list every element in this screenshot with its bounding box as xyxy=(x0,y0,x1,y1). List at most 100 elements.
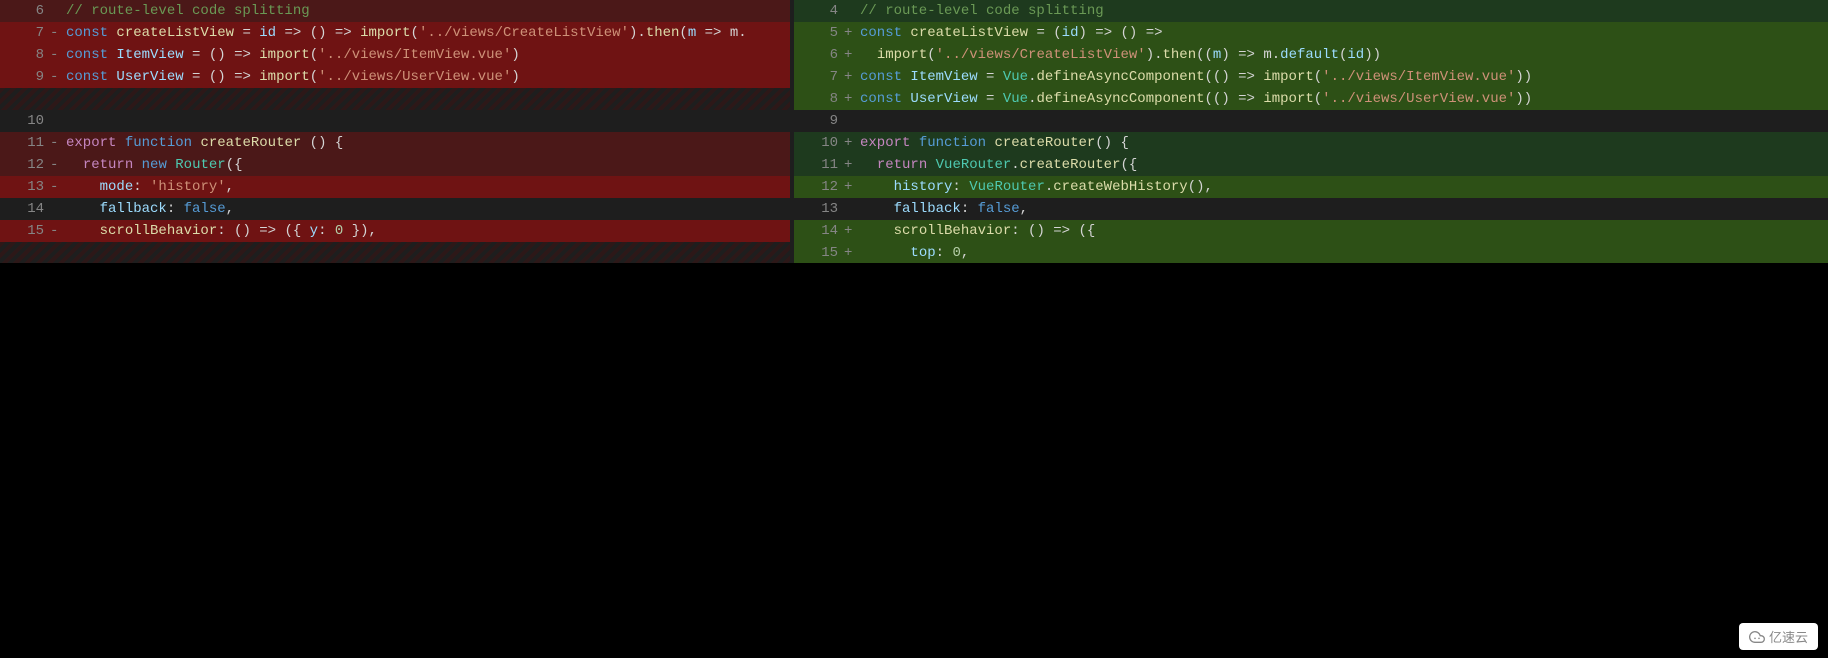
code-content: const createListView = id => () => impor… xyxy=(64,22,790,44)
code-content xyxy=(64,242,790,263)
diff-marker xyxy=(50,0,64,22)
code-content: // route-level code splitting xyxy=(858,0,1828,22)
code-line[interactable]: 5+const createListView = (id) => () => xyxy=(794,22,1828,44)
code-line[interactable]: 10 xyxy=(0,110,790,132)
code-content: const createListView = (id) => () => xyxy=(858,22,1828,44)
diff-marker xyxy=(50,110,64,132)
line-number: 5 xyxy=(794,22,844,44)
code-content xyxy=(858,110,1828,132)
code-line[interactable]: 12- return new Router({ xyxy=(0,154,790,176)
code-content: const ItemView = Vue.defineAsyncComponen… xyxy=(858,66,1828,88)
empty-area xyxy=(0,263,1828,658)
diff-marker: - xyxy=(50,132,64,154)
diff-marker: - xyxy=(50,220,64,242)
code-line[interactable]: 8-const ItemView = () => import('../view… xyxy=(0,44,790,66)
code-line[interactable]: 11+ return VueRouter.createRouter({ xyxy=(794,154,1828,176)
line-number: 11 xyxy=(0,132,50,154)
line-number: 9 xyxy=(794,110,844,132)
line-number: 4 xyxy=(794,0,844,22)
diff-marker: + xyxy=(844,44,858,66)
line-number: 10 xyxy=(0,110,50,132)
code-line[interactable]: 8+const UserView = Vue.defineAsyncCompon… xyxy=(794,88,1828,110)
line-number: 15 xyxy=(794,242,844,263)
line-number: 6 xyxy=(794,44,844,66)
line-number: 9 xyxy=(0,66,50,88)
diff-marker xyxy=(50,242,64,263)
code-line[interactable]: 14 fallback: false, xyxy=(0,198,790,220)
code-content: import('../views/CreateListView').then((… xyxy=(858,44,1828,66)
line-number: 13 xyxy=(794,198,844,220)
code-line[interactable]: 10+export function createRouter() { xyxy=(794,132,1828,154)
diff-marker xyxy=(50,88,64,110)
code-content: scrollBehavior: () => ({ y: 0 }), xyxy=(64,220,790,242)
diff-marker: + xyxy=(844,132,858,154)
diff-marker: - xyxy=(50,66,64,88)
diff-marker: + xyxy=(844,220,858,242)
code-content: const UserView = Vue.defineAsyncComponen… xyxy=(858,88,1828,110)
code-line[interactable]: 7-const createListView = id => () => imp… xyxy=(0,22,790,44)
line-number: 14 xyxy=(0,198,50,220)
code-content: return VueRouter.createRouter({ xyxy=(858,154,1828,176)
line-number: 15 xyxy=(0,220,50,242)
line-number: 11 xyxy=(794,154,844,176)
line-number: 8 xyxy=(0,44,50,66)
diff-marker: - xyxy=(50,22,64,44)
line-number: 6 xyxy=(0,0,50,22)
cloud-icon xyxy=(1749,629,1765,645)
code-content: // route-level code splitting xyxy=(64,0,790,22)
code-line[interactable]: 9-const UserView = () => import('../view… xyxy=(0,66,790,88)
code-content: scrollBehavior: () => ({ xyxy=(858,220,1828,242)
code-line[interactable]: 11-export function createRouter () { xyxy=(0,132,790,154)
code-line[interactable]: 12+ history: VueRouter.createWebHistory(… xyxy=(794,176,1828,198)
code-content: top: 0, xyxy=(858,242,1828,263)
diff-marker: - xyxy=(50,176,64,198)
code-line[interactable]: 6+ import('../views/CreateListView').the… xyxy=(794,44,1828,66)
diff-marker xyxy=(844,198,858,220)
code-line[interactable] xyxy=(0,242,790,263)
code-line[interactable]: 15- scrollBehavior: () => ({ y: 0 }), xyxy=(0,220,790,242)
line-number: 10 xyxy=(794,132,844,154)
code-line[interactable]: 6 // route-level code splitting xyxy=(0,0,790,22)
diff-marker: + xyxy=(844,154,858,176)
line-number: 12 xyxy=(0,154,50,176)
diff-marker: + xyxy=(844,176,858,198)
line-number: 13 xyxy=(0,176,50,198)
code-content: export function createRouter () { xyxy=(64,132,790,154)
line-number xyxy=(0,242,50,263)
code-content: fallback: false, xyxy=(858,198,1828,220)
code-content: return new Router({ xyxy=(64,154,790,176)
line-number: 7 xyxy=(794,66,844,88)
diff-marker: + xyxy=(844,66,858,88)
code-content xyxy=(64,88,790,110)
code-line[interactable]: 13- mode: 'history', xyxy=(0,176,790,198)
diff-marker xyxy=(50,198,64,220)
line-number: 14 xyxy=(794,220,844,242)
code-content: mode: 'history', xyxy=(64,176,790,198)
diff-pane-left[interactable]: 6// route-level code splitting7-const cr… xyxy=(0,0,790,263)
line-number: 7 xyxy=(0,22,50,44)
code-content: const ItemView = () => import('../views/… xyxy=(64,44,790,66)
code-line[interactable] xyxy=(0,88,790,110)
diff-marker: + xyxy=(844,22,858,44)
diff-marker: + xyxy=(844,88,858,110)
code-line[interactable]: 7+const ItemView = Vue.defineAsyncCompon… xyxy=(794,66,1828,88)
line-number xyxy=(0,88,50,110)
watermark-badge: 亿速云 xyxy=(1739,623,1818,650)
diff-marker: + xyxy=(844,242,858,263)
code-content: const UserView = () => import('../views/… xyxy=(64,66,790,88)
diff-pane-right[interactable]: 4// route-level code splitting5+const cr… xyxy=(794,0,1828,263)
code-content: export function createRouter() { xyxy=(858,132,1828,154)
diff-marker xyxy=(844,110,858,132)
diff-marker: - xyxy=(50,154,64,176)
code-content: history: VueRouter.createWebHistory(), xyxy=(858,176,1828,198)
diff-marker xyxy=(844,0,858,22)
code-line[interactable]: 14+ scrollBehavior: () => ({ xyxy=(794,220,1828,242)
line-number: 12 xyxy=(794,176,844,198)
code-line[interactable]: 13 fallback: false, xyxy=(794,198,1828,220)
code-content xyxy=(64,110,790,132)
diff-marker: - xyxy=(50,44,64,66)
code-line[interactable]: 9 xyxy=(794,110,1828,132)
code-line[interactable]: 15+ top: 0, xyxy=(794,242,1828,263)
diff-view: 6// route-level code splitting7-const cr… xyxy=(0,0,1828,263)
code-line[interactable]: 4 // route-level code splitting xyxy=(794,0,1828,22)
